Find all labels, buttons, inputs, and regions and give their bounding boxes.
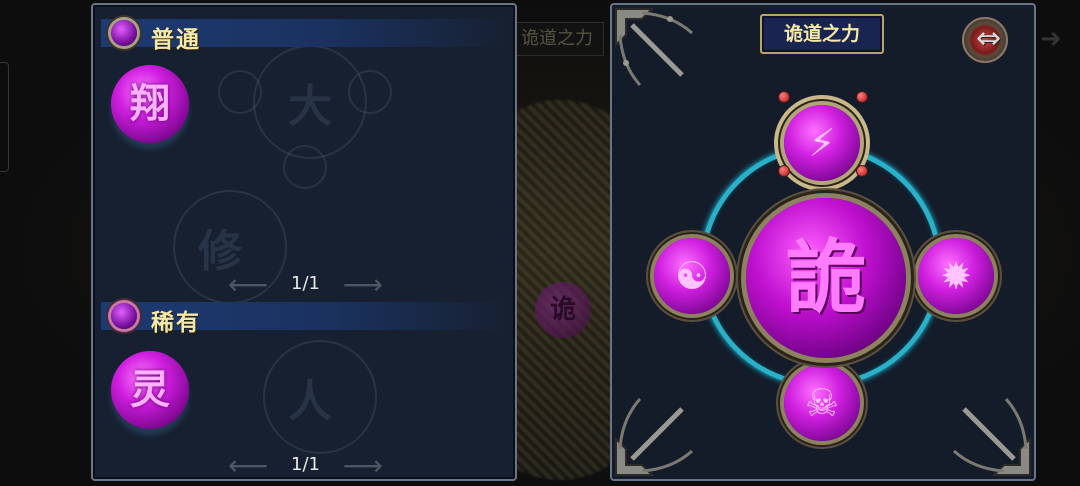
ornate-corner-icon — [615, 397, 694, 476]
ornate-corner-icon — [952, 397, 1031, 476]
ornate-corner-icon — [615, 8, 694, 87]
common-rune-item[interactable]: 翔 — [111, 65, 189, 143]
rare-section-header: 稀有 — [101, 302, 511, 336]
rare-rune-item[interactable]: 灵 — [111, 351, 189, 429]
purple-gem-icon — [111, 303, 137, 329]
rune-inventory-panel: 大 修 人 普通 翔 ⟵ 1/1 ⟶ 稀有 灵 ⟵ 1/1 ⟶ — [91, 3, 517, 481]
common-section-label: 普通 — [151, 27, 201, 53]
rune-slot-top-glyph: ⚡ — [808, 121, 836, 165]
rare-rune-glyph: 灵 — [130, 367, 170, 413]
swap-arrow-icon: ⇔ — [976, 21, 1002, 56]
rune-slot-left[interactable]: ☯ — [654, 238, 730, 314]
rune-slot-left-glyph: ☯ — [674, 254, 710, 298]
red-stud-icon — [856, 91, 868, 103]
red-stud-icon — [856, 165, 868, 177]
background-title: 诡道之力 — [510, 22, 604, 56]
common-rune-glyph: 翔 — [130, 81, 170, 127]
rune-slot-top[interactable]: ⚡ — [784, 105, 860, 181]
panel-title-box: 诡道之力 — [760, 14, 884, 54]
common-pager: ⟵ 1/1 ⟶ — [228, 271, 383, 299]
red-stud-icon — [778, 165, 790, 177]
common-section-header: 普通 — [101, 19, 511, 53]
core-rune-glyph: 詭 — [786, 231, 866, 324]
rune-slot-right[interactable]: ✹ — [918, 238, 994, 314]
panel-title: 诡道之力 — [783, 23, 860, 45]
left-edge-tab — [0, 62, 9, 172]
swap-button[interactable]: ⇔ — [962, 15, 1020, 63]
faint-ring-decoration — [283, 145, 327, 189]
background-arrow-icon: ➜ — [1040, 24, 1062, 54]
rune-slot-right-glyph: ✹ — [940, 254, 972, 298]
rare-section-label: 稀有 — [151, 310, 201, 336]
arrow-right-icon[interactable]: ⟶ — [343, 271, 383, 299]
rune-slot-bottom-glyph: ☠ — [804, 381, 840, 425]
red-stud-icon — [778, 91, 790, 103]
purple-gem-icon — [111, 20, 137, 46]
rune-wheel-panel: 诡道之力 ⇔ ⚡ ☯ ✹ ☠ 詭 — [610, 3, 1036, 481]
rune-slot-bottom[interactable]: ☠ — [784, 365, 860, 441]
faint-glyph-decoration: 人 — [288, 376, 332, 427]
arrow-right-icon[interactable]: ⟶ — [343, 452, 383, 480]
faint-ring-decoration — [218, 70, 262, 114]
rare-pager: ⟵ 1/1 ⟶ — [228, 452, 383, 480]
faint-ring-decoration — [348, 70, 392, 114]
faint-glyph-decoration: 大 — [288, 81, 332, 132]
background-rune-glyph: 诡 — [549, 295, 576, 325]
core-rune-orb[interactable]: 詭 — [746, 198, 906, 358]
